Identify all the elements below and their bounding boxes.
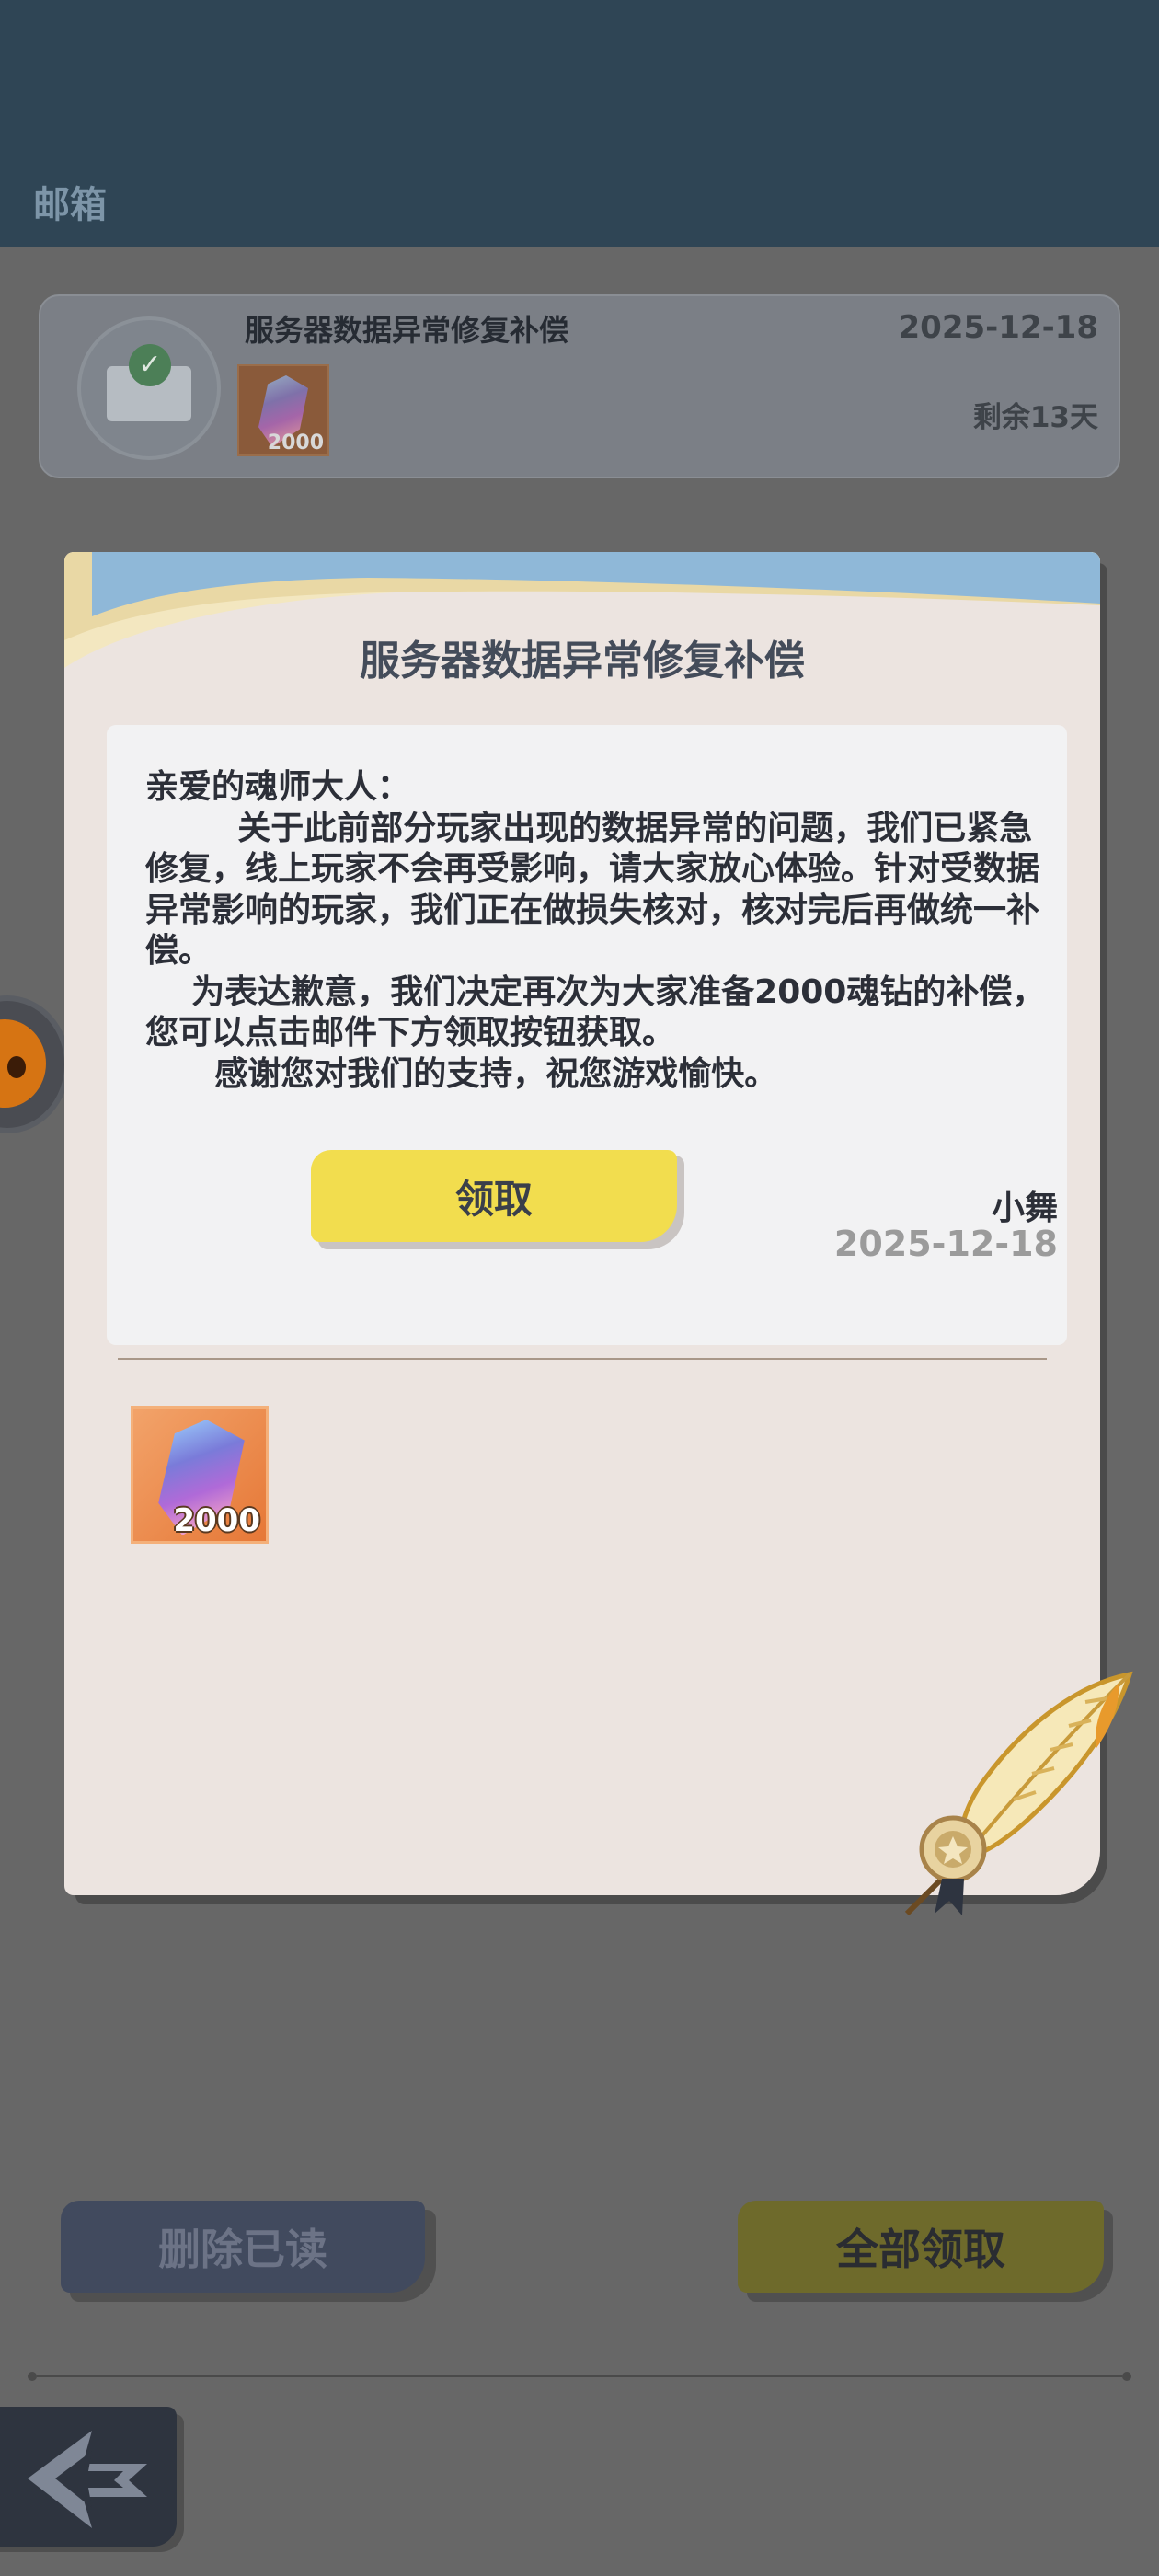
letter-panel: 亲爱的魂师大人： 关于此前部分玩家出现的数据异常的问题，我们已紧急修复，线上玩家… (107, 725, 1067, 1345)
delete-read-button[interactable]: 删除已读 (61, 2201, 425, 2293)
mail-subject: 服务器数据异常修复补偿 (245, 313, 569, 348)
mail-date: 2025-12-18 (898, 309, 1098, 346)
bottom-divider (37, 2375, 1122, 2377)
divider-dot-left (28, 2372, 37, 2381)
letter-body: 亲爱的魂师大人： 关于此前部分玩家出现的数据异常的问题，我们已紧急修复，线上玩家… (145, 768, 1046, 1093)
reward-item[interactable]: 2000 (131, 1406, 269, 1544)
back-arrow-icon (28, 2431, 147, 2528)
reward-qty: 2000 (173, 1502, 260, 1539)
divider (118, 1358, 1047, 1360)
claim-all-button[interactable]: 全部领取 (738, 2201, 1104, 2293)
letter-signature: 小舞 (991, 1190, 1058, 1227)
divider-dot-right (1122, 2372, 1131, 2381)
back-button[interactable] (0, 2407, 177, 2547)
envelope-check-icon: ✓ (77, 316, 221, 460)
claim-button[interactable]: 领取 (311, 1150, 677, 1242)
mail-attachment-qty: 2000 (267, 431, 324, 454)
header-bar: 邮箱 (0, 0, 1159, 247)
mascot-eye (7, 1056, 26, 1078)
page-title: 邮箱 (33, 184, 107, 226)
letter-date: 2025-12-18 (833, 1224, 1058, 1264)
modal-title: 服务器数据异常修复补偿 (360, 638, 805, 684)
mail-attachment-thumb: 2000 (237, 364, 329, 456)
feather-quill-icon (904, 1671, 1133, 1916)
mail-remaining-days: 剩余13天 (972, 401, 1098, 434)
mail-list-item[interactable]: ✓ 服务器数据异常修复补偿 2025-12-18 剩余13天 2000 (39, 294, 1120, 478)
